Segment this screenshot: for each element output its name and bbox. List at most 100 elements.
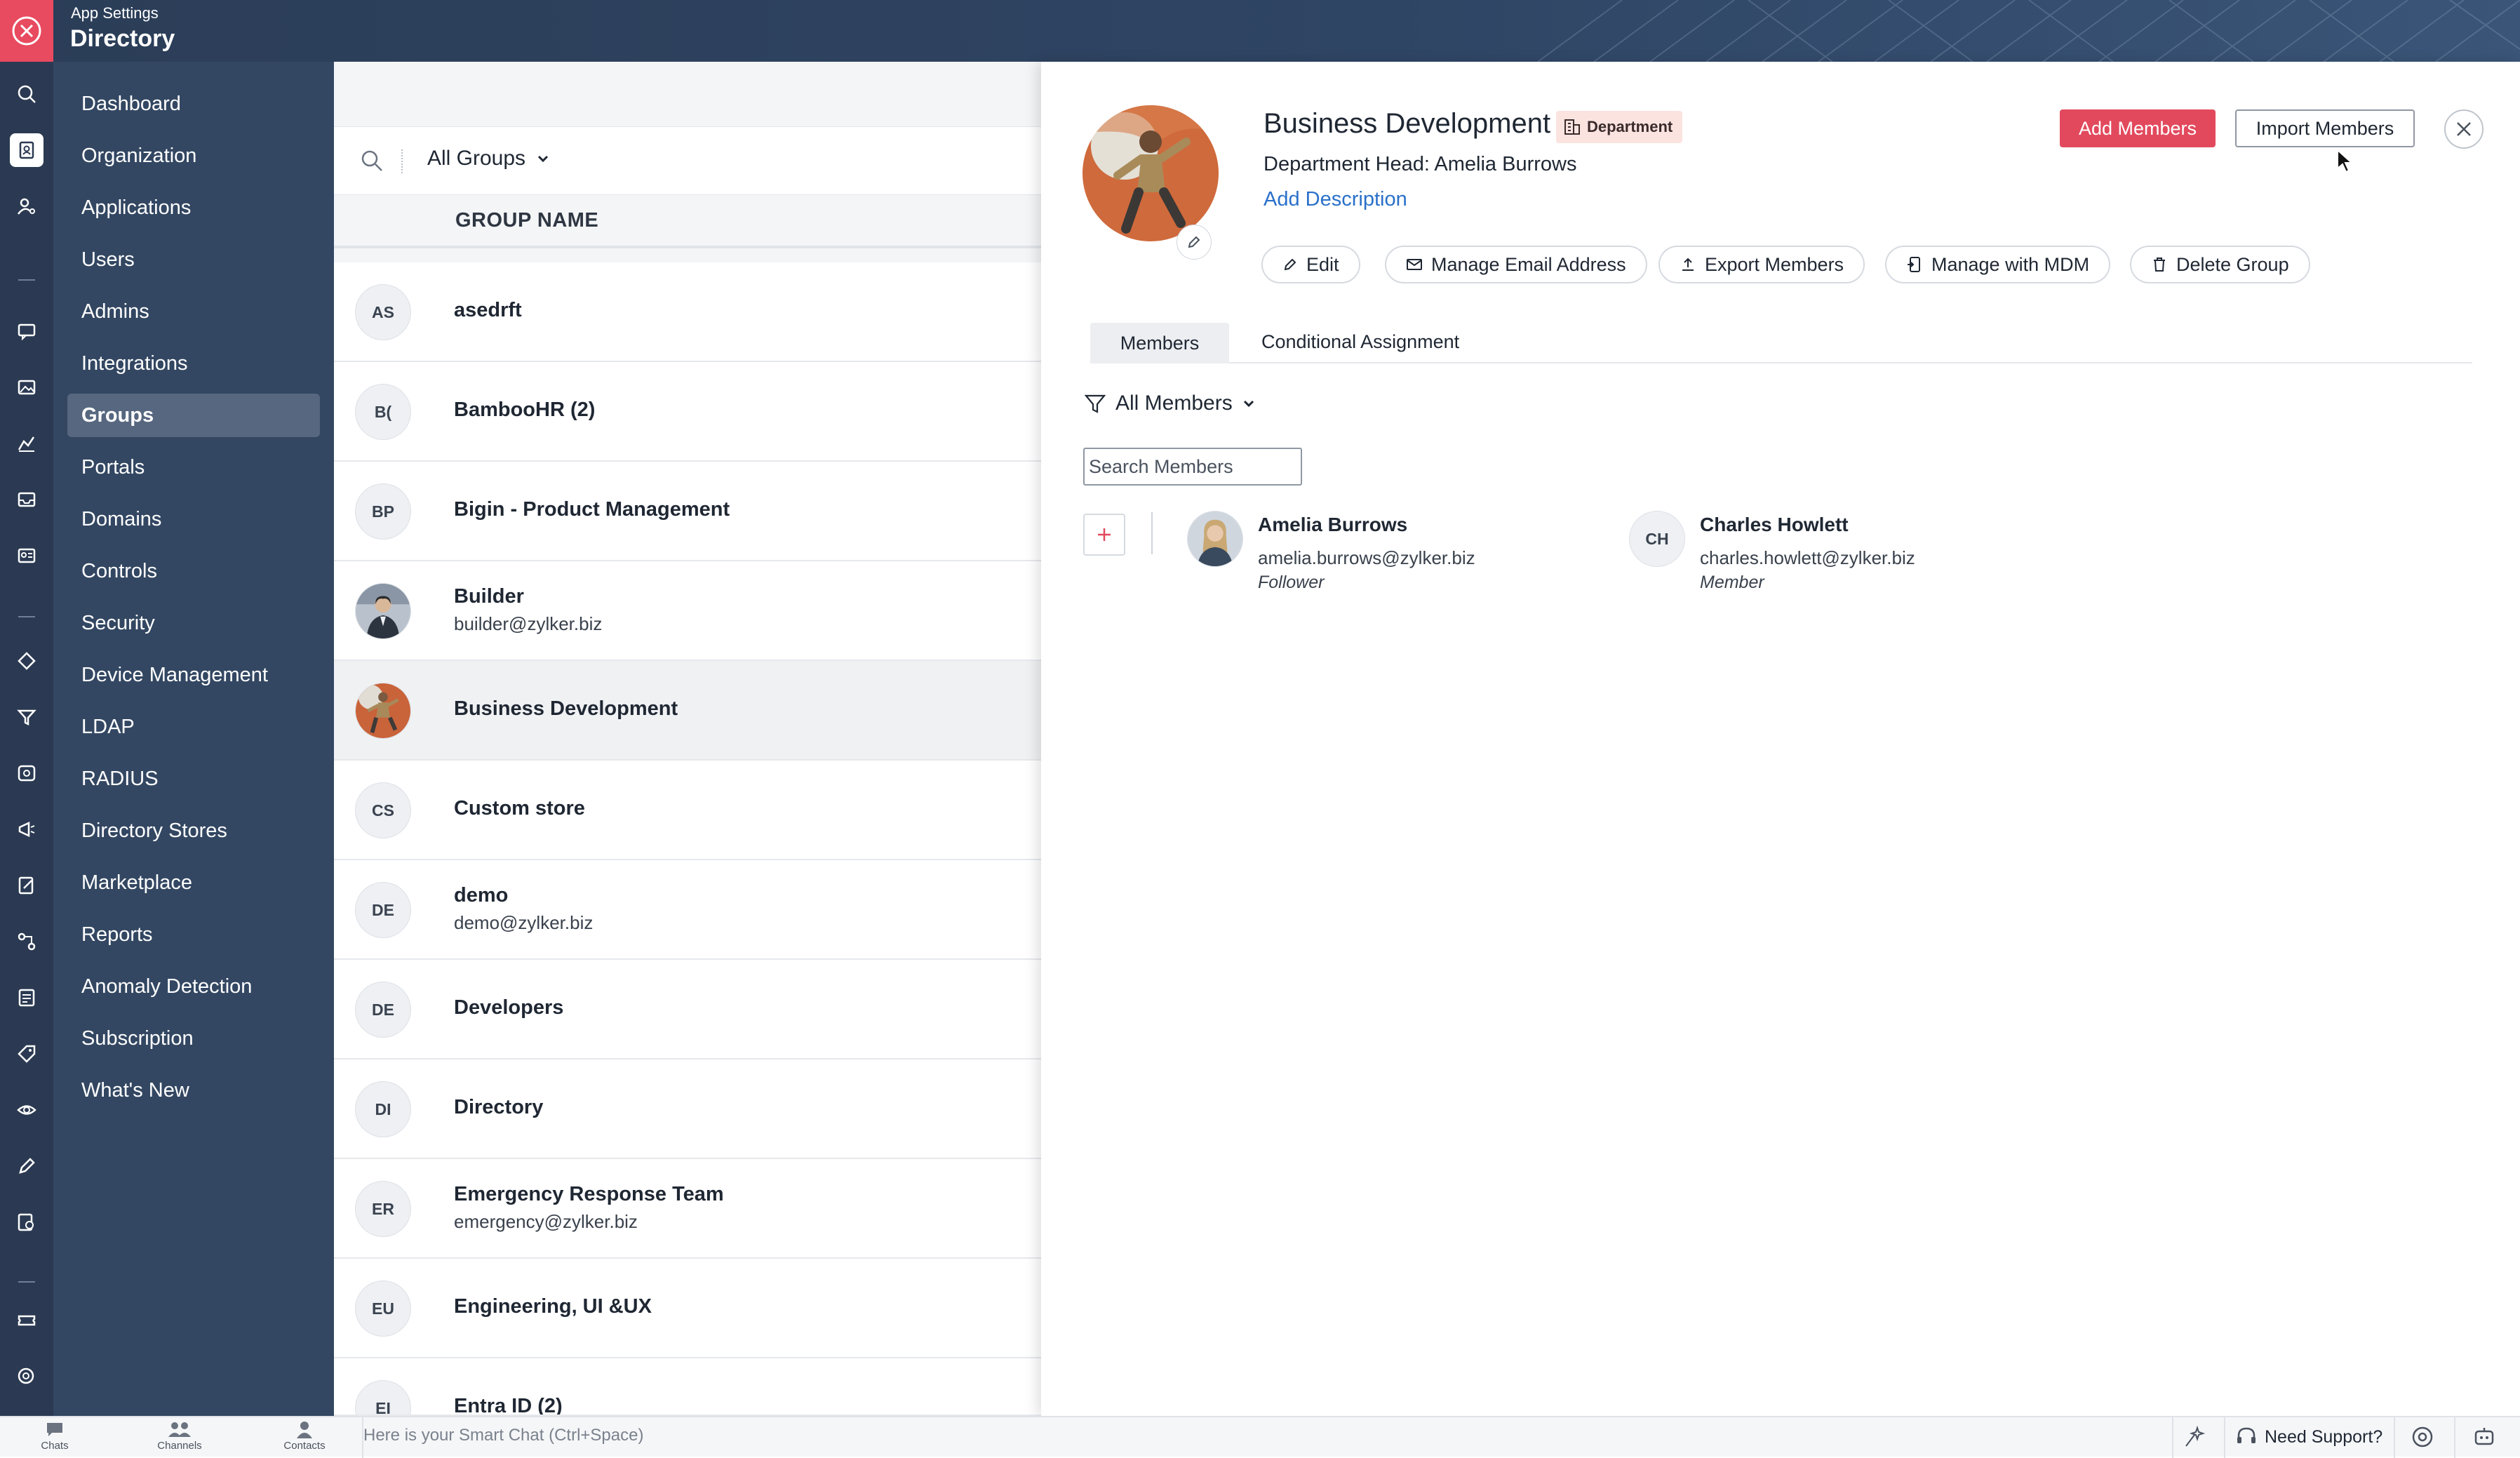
channels-button[interactable]: Channels bbox=[145, 1420, 215, 1452]
user-settings-icon[interactable] bbox=[10, 189, 43, 223]
sidebar-item-organization[interactable]: Organization bbox=[67, 134, 320, 178]
sidebar-item-applications[interactable]: Applications bbox=[67, 186, 320, 229]
chats-button[interactable]: Chats bbox=[20, 1420, 90, 1452]
sidebar-item-device-management[interactable]: Device Management bbox=[67, 653, 320, 697]
image-icon[interactable] bbox=[10, 370, 43, 404]
add-members-button[interactable]: Add Members bbox=[2060, 109, 2216, 147]
sidebar-item-portals[interactable]: Portals bbox=[67, 446, 320, 489]
sidebar-item-integrations[interactable]: Integrations bbox=[67, 342, 320, 385]
sidebar-item-whats-new[interactable]: What's New bbox=[67, 1069, 320, 1112]
need-support-button[interactable]: Need Support? bbox=[2235, 1423, 2382, 1451]
person-icon bbox=[297, 1422, 312, 1438]
search-icon[interactable] bbox=[10, 77, 43, 111]
close-icon bbox=[2457, 122, 2471, 136]
sidebar-item-reports[interactable]: Reports bbox=[67, 913, 320, 956]
group-row[interactable]: ER Emergency Response Team emergency@zyl… bbox=[334, 1159, 1041, 1259]
tab-members[interactable]: Members bbox=[1090, 323, 1229, 363]
group-row[interactable]: BP Bigin - Product Management bbox=[334, 462, 1041, 561]
search-at-button[interactable] bbox=[2411, 1423, 2434, 1451]
group-row[interactable]: CS Custom store bbox=[334, 761, 1041, 860]
edit-photo-button[interactable] bbox=[1177, 225, 1212, 260]
manage-email-button[interactable]: Manage Email Address bbox=[1385, 246, 1647, 283]
group-row[interactable]: AS asedrft bbox=[334, 262, 1041, 362]
sidebar-item-ldap[interactable]: LDAP bbox=[67, 705, 320, 749]
analytics-icon[interactable] bbox=[10, 427, 43, 460]
diamond-icon[interactable] bbox=[10, 644, 43, 678]
sidebar-item-marketplace[interactable]: Marketplace bbox=[67, 861, 320, 904]
smart-chat-input[interactable]: Here is your Smart Chat (Ctrl+Space) bbox=[363, 1426, 643, 1445]
tab-conditional-assignment[interactable]: Conditional Assignment bbox=[1261, 331, 1459, 353]
delete-group-button[interactable]: Delete Group bbox=[2130, 246, 2310, 283]
zoom-search-icon[interactable] bbox=[10, 1360, 43, 1393]
members-filter-dropdown[interactable]: All Members bbox=[1083, 392, 1256, 415]
sidebar-item-anomaly-detection[interactable]: Anomaly Detection bbox=[67, 965, 320, 1008]
assistant-button[interactable] bbox=[2183, 1423, 2207, 1451]
department-head: Department Head: Amelia Burrows bbox=[1264, 153, 1577, 175]
sidebar-item-admins[interactable]: Admins bbox=[67, 290, 320, 333]
notes-icon[interactable] bbox=[10, 981, 43, 1015]
tag-icon[interactable] bbox=[10, 1037, 43, 1071]
bot-button[interactable] bbox=[2472, 1423, 2496, 1451]
search-members-input[interactable] bbox=[1083, 448, 1302, 486]
report-search-icon[interactable] bbox=[10, 1205, 43, 1239]
sidebar-item-controls[interactable]: Controls bbox=[67, 549, 320, 593]
close-panel-button[interactable] bbox=[2444, 109, 2484, 149]
inbox-icon[interactable] bbox=[10, 483, 43, 516]
sidebar-item-subscription[interactable]: Subscription bbox=[67, 1017, 320, 1060]
bot-icon bbox=[2474, 1428, 2494, 1445]
sidebar-item-dashboard[interactable]: Dashboard bbox=[67, 82, 320, 126]
sidebar-item-radius[interactable]: RADIUS bbox=[67, 757, 320, 801]
group-row[interactable]: DE demo demo@zylker.biz bbox=[334, 860, 1041, 960]
column-header-group-name[interactable]: GROUP NAME bbox=[455, 209, 598, 232]
member-name[interactable]: Amelia Burrows bbox=[1258, 514, 1407, 536]
group-name: Bigin - Product Management bbox=[454, 498, 730, 521]
export-members-button[interactable]: Export Members bbox=[1658, 246, 1865, 283]
eye-icon[interactable] bbox=[10, 1093, 43, 1127]
manage-with-mdm-button[interactable]: Manage with MDM bbox=[1885, 246, 2111, 283]
sidebar-item-security[interactable]: Security bbox=[67, 601, 320, 645]
edit-document-icon[interactable] bbox=[10, 869, 43, 902]
sidebar-item-domains[interactable]: Domains bbox=[67, 497, 320, 541]
bottom-divider bbox=[2224, 1417, 2225, 1458]
megaphone-icon[interactable] bbox=[10, 812, 43, 846]
funnel-icon[interactable] bbox=[10, 700, 43, 734]
member-avatar[interactable]: CH bbox=[1629, 511, 1685, 567]
manage-with-mdm-label: Manage with MDM bbox=[1931, 253, 2090, 275]
directory-icon[interactable] bbox=[10, 133, 43, 167]
ticket-icon[interactable] bbox=[10, 1304, 43, 1337]
app-header: App Settings Directory bbox=[0, 0, 2520, 62]
sidebar-item-users[interactable]: Users bbox=[67, 238, 320, 281]
member-name[interactable]: Charles Howlett bbox=[1700, 514, 1849, 536]
group-row[interactable]: DE Developers bbox=[334, 960, 1041, 1059]
pen-icon[interactable] bbox=[10, 1149, 43, 1183]
add-description-link[interactable]: Add Description bbox=[1264, 188, 1407, 211]
sidebar-item-directory-stores[interactable]: Directory Stores bbox=[67, 809, 320, 852]
headset-icon bbox=[2237, 1427, 2256, 1443]
email-icon bbox=[1407, 259, 1422, 270]
group-row-selected[interactable]: Business Development bbox=[334, 661, 1041, 761]
sidebar-item-groups[interactable]: Groups bbox=[67, 394, 320, 437]
edit-button[interactable]: Edit bbox=[1261, 246, 1360, 283]
group-avatar: EI bbox=[355, 1380, 411, 1414]
member-avatar-photo[interactable] bbox=[1187, 511, 1243, 567]
group-row[interactable]: DI Directory bbox=[334, 1059, 1041, 1159]
import-members-button[interactable]: Import Members bbox=[2235, 109, 2415, 147]
group-row[interactable]: EU Engineering, UI &UX bbox=[334, 1259, 1041, 1358]
search-icon[interactable] bbox=[359, 148, 384, 177]
close-app-button[interactable] bbox=[0, 0, 53, 62]
groups-filter-dropdown[interactable]: All Groups bbox=[427, 147, 551, 170]
workflow-icon[interactable] bbox=[10, 925, 43, 958]
group-name: Developers bbox=[454, 996, 564, 1019]
contacts-button[interactable]: Contacts bbox=[269, 1420, 340, 1452]
group-row[interactable]: B( BambooHR (2) bbox=[334, 362, 1041, 462]
group-row[interactable]: EI Entra ID (2) bbox=[334, 1358, 1041, 1416]
group-name: Emergency Response Team bbox=[454, 1183, 724, 1205]
chat-icon[interactable] bbox=[10, 314, 43, 348]
id-card-icon[interactable] bbox=[10, 539, 43, 573]
add-member-button[interactable] bbox=[1083, 514, 1125, 556]
group-row[interactable]: Builder builder@zylker.biz bbox=[334, 561, 1041, 661]
department-badge: Department bbox=[1556, 111, 1683, 143]
support-icon[interactable] bbox=[10, 756, 43, 790]
groups-list-panel: All Groups GROUP NAME AS asedrft B( Bamb… bbox=[334, 62, 1041, 1416]
chevron-down-icon bbox=[1243, 400, 1254, 408]
